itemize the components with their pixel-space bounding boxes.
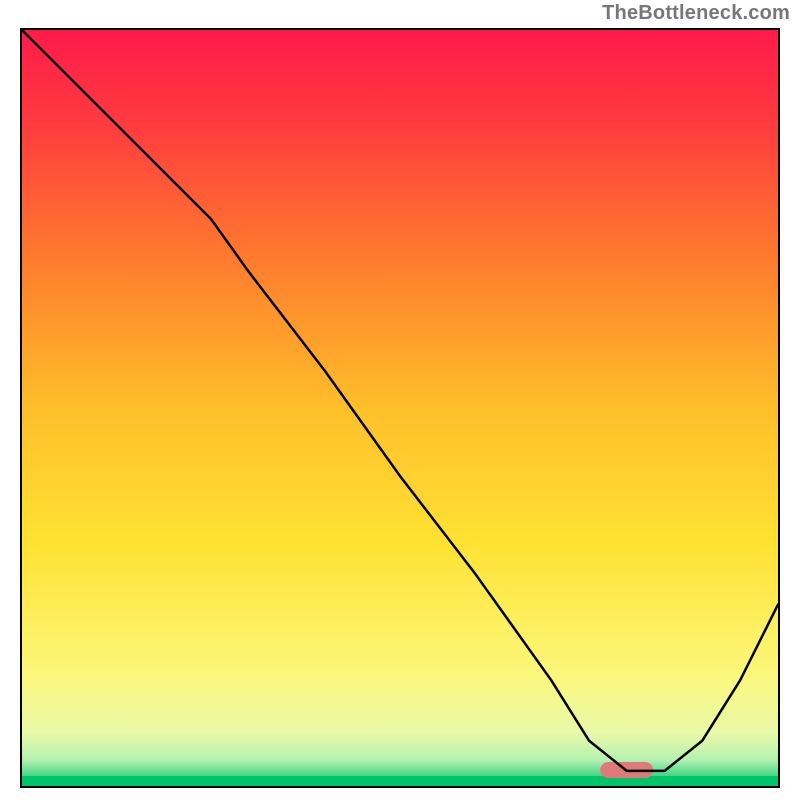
chart-area <box>20 28 780 788</box>
watermark-text: TheBottleneck.com <box>602 2 790 25</box>
chart-container: TheBottleneck.com <box>0 0 800 800</box>
chart-svg <box>20 28 780 788</box>
